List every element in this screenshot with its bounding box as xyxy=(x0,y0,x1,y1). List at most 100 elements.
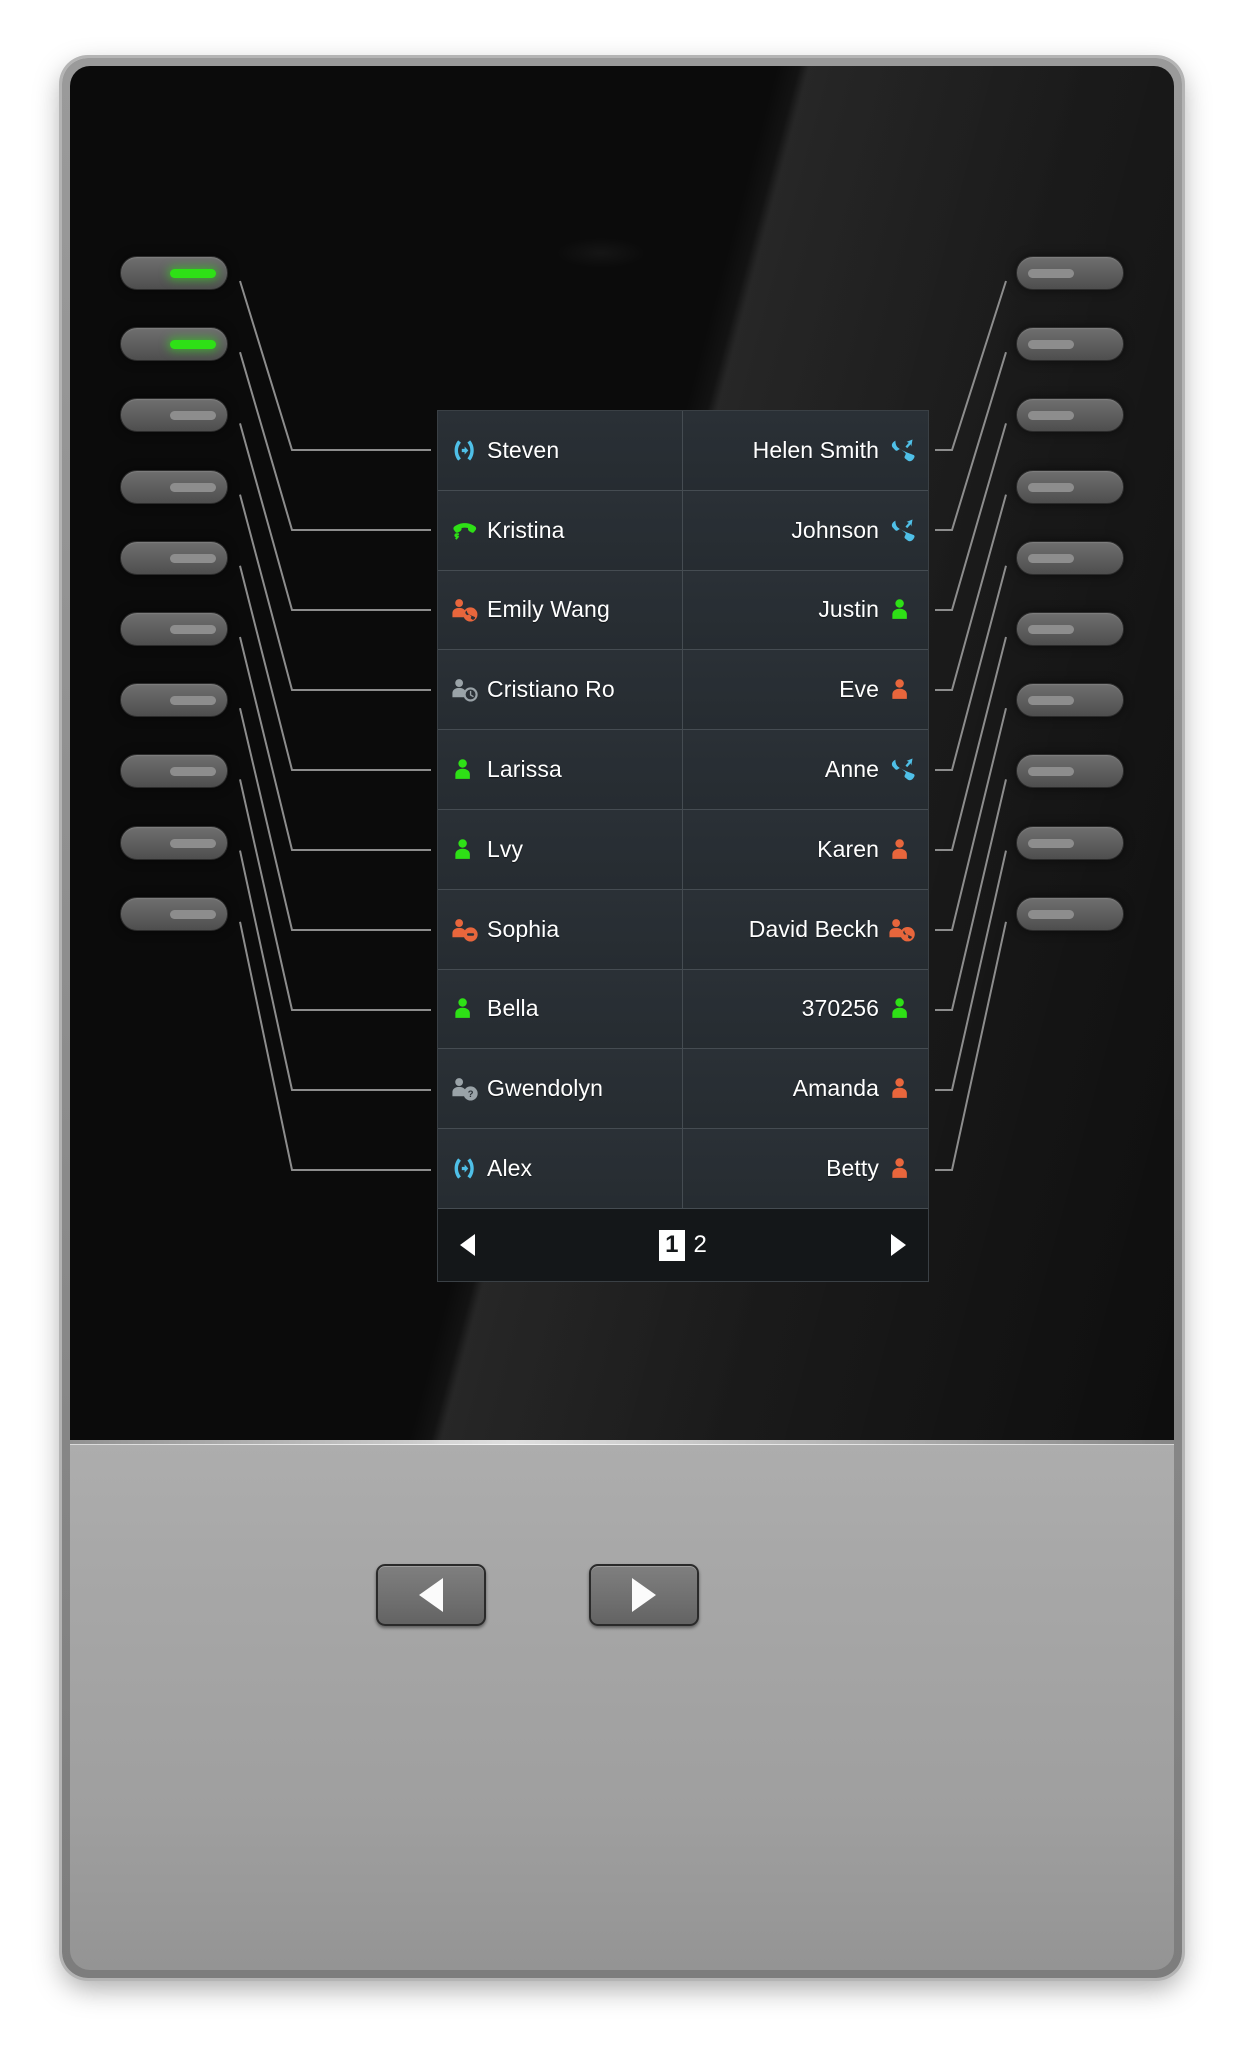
lcd-entry-right[interactable]: Amanda xyxy=(683,1049,928,1128)
line-key-led xyxy=(1028,411,1074,421)
lcd-entry-left[interactable]: Emily Wang xyxy=(438,570,683,650)
lcd-entry-left[interactable]: ? Gwendolyn xyxy=(438,1049,683,1129)
lcd-entry-right[interactable]: Eve xyxy=(683,650,928,729)
line-key-left-4[interactable] xyxy=(120,469,228,504)
line-key-left-7[interactable] xyxy=(120,683,228,718)
line-key-right-3[interactable] xyxy=(1016,398,1124,433)
line-key-right-8[interactable] xyxy=(1016,754,1124,789)
user-available-icon xyxy=(455,759,470,779)
page-number[interactable]: 2 xyxy=(694,1233,707,1257)
lcd-entry-label: Justin xyxy=(818,596,879,623)
key-connector-line xyxy=(239,280,431,451)
line-key-right-7[interactable] xyxy=(1016,683,1124,718)
line-key-right-4[interactable] xyxy=(1016,469,1124,504)
lcd-entry-label: Anne xyxy=(824,756,879,783)
user-on-call-icon xyxy=(452,599,478,623)
lcd-entry-label: Karen xyxy=(817,835,879,862)
line-key-led xyxy=(170,269,216,278)
line-key-led xyxy=(170,625,216,634)
lcd-row: Larissa Anne xyxy=(438,730,928,810)
handset-active-icon xyxy=(453,522,477,540)
lcd-entry-right[interactable]: Betty xyxy=(683,1129,928,1208)
line-key-right-10[interactable] xyxy=(1016,896,1124,931)
line-key-led xyxy=(170,696,216,706)
line-key-led xyxy=(170,767,216,777)
incoming-call-icon xyxy=(891,758,915,781)
key-connector-line xyxy=(239,921,431,1171)
line-key-left-2[interactable] xyxy=(120,327,228,362)
line-key-left-1[interactable] xyxy=(120,256,228,290)
key-connector-line xyxy=(935,636,1007,851)
key-connector-line xyxy=(935,921,1007,1171)
line-key-led xyxy=(170,909,216,919)
lcd-entry-left[interactable]: Lvy xyxy=(438,809,683,889)
lcd-entry-label: Cristiano Ro xyxy=(487,676,615,703)
lcd-entry-left[interactable]: Alex xyxy=(438,1129,683,1208)
svg-text:?: ? xyxy=(468,1089,474,1100)
lcd-entry-right[interactable]: Justin xyxy=(683,571,928,650)
lcd-entry-label: 370256 xyxy=(801,995,879,1022)
lcd-entry-label: Kristina xyxy=(487,516,565,543)
key-connector-line xyxy=(239,565,431,771)
page-number-group: 12 xyxy=(659,1229,707,1261)
line-key-led xyxy=(170,340,216,350)
lcd-entry-left[interactable]: Larissa xyxy=(438,730,683,809)
key-connector-line xyxy=(935,494,1007,691)
line-key-right-1[interactable] xyxy=(1016,256,1124,290)
lcd-entry-label: David Beckh xyxy=(748,915,879,942)
page-number[interactable]: 1 xyxy=(659,1229,685,1261)
line-key-led xyxy=(170,553,216,563)
line-key-left-10[interactable] xyxy=(120,896,228,931)
user-unknown-icon: ? xyxy=(452,1078,478,1101)
line-key-right-5[interactable] xyxy=(1016,540,1124,575)
user-busy-icon xyxy=(892,1078,907,1099)
triangle-left-icon[interactable] xyxy=(460,1234,475,1256)
triangle-right-icon xyxy=(632,1578,656,1612)
line-key-left-9[interactable] xyxy=(120,825,228,860)
line-key-led xyxy=(1028,553,1074,563)
user-ringing-icon xyxy=(889,918,915,942)
intercom-icon xyxy=(454,1158,474,1179)
lcd-entry-right[interactable]: David Beckh xyxy=(683,890,928,969)
key-connector-line xyxy=(239,351,431,531)
lcd-row: Steven Helen Smith xyxy=(438,411,928,491)
line-key-led xyxy=(1028,340,1074,350)
lcd-entry-label: Amanda xyxy=(792,1075,879,1102)
line-key-left-3[interactable] xyxy=(120,398,228,433)
line-key-led xyxy=(1028,269,1074,278)
line-key-led xyxy=(170,411,216,421)
lcd-entry-label: Sophia xyxy=(487,915,560,942)
lcd-entry-label: Betty xyxy=(826,1155,879,1182)
key-connector-line xyxy=(935,565,1007,771)
lcd-entry-right[interactable]: Anne xyxy=(683,730,928,809)
lcd-entry-left[interactable]: Steven xyxy=(438,411,683,490)
lcd-entry-right[interactable]: Helen Smith xyxy=(683,411,928,490)
line-key-left-6[interactable] xyxy=(120,612,228,646)
page-prev-button[interactable] xyxy=(376,1564,486,1626)
line-key-led xyxy=(170,838,216,848)
lcd-entry-left[interactable]: Kristina xyxy=(438,490,683,570)
line-key-led xyxy=(1028,696,1074,706)
lcd-entry-label: Steven xyxy=(487,436,560,463)
line-key-right-6[interactable] xyxy=(1016,612,1124,646)
user-busy-icon xyxy=(892,839,907,859)
key-connector-line xyxy=(935,280,1007,451)
lcd-entry-left[interactable]: Sophia xyxy=(438,889,683,969)
lcd-entry-left[interactable]: Cristiano Ro xyxy=(438,650,683,730)
triangle-right-icon[interactable] xyxy=(891,1234,906,1256)
line-key-right-2[interactable] xyxy=(1016,327,1124,362)
lcd-entry-label: Alex xyxy=(487,1155,533,1182)
lcd-entry-right[interactable]: 370256 xyxy=(683,970,928,1049)
lcd-row: Kristina Johnson xyxy=(438,490,928,571)
lcd-entry-right[interactable]: Karen xyxy=(683,810,928,889)
line-key-right-9[interactable] xyxy=(1016,825,1124,860)
page-next-button[interactable] xyxy=(589,1564,699,1626)
lcd-entry-right[interactable]: Johnson xyxy=(683,491,928,570)
line-key-left-5[interactable] xyxy=(120,540,228,575)
lcd-entry-label: Larissa xyxy=(487,756,562,783)
lcd-row-list: Steven Helen Smith Kristina Johnson Emily Wa… xyxy=(438,411,928,1209)
key-connector-line xyxy=(239,636,431,851)
line-key-left-8[interactable] xyxy=(120,754,228,789)
line-key-led xyxy=(1028,909,1074,919)
lcd-entry-left[interactable]: Bella xyxy=(438,969,683,1049)
